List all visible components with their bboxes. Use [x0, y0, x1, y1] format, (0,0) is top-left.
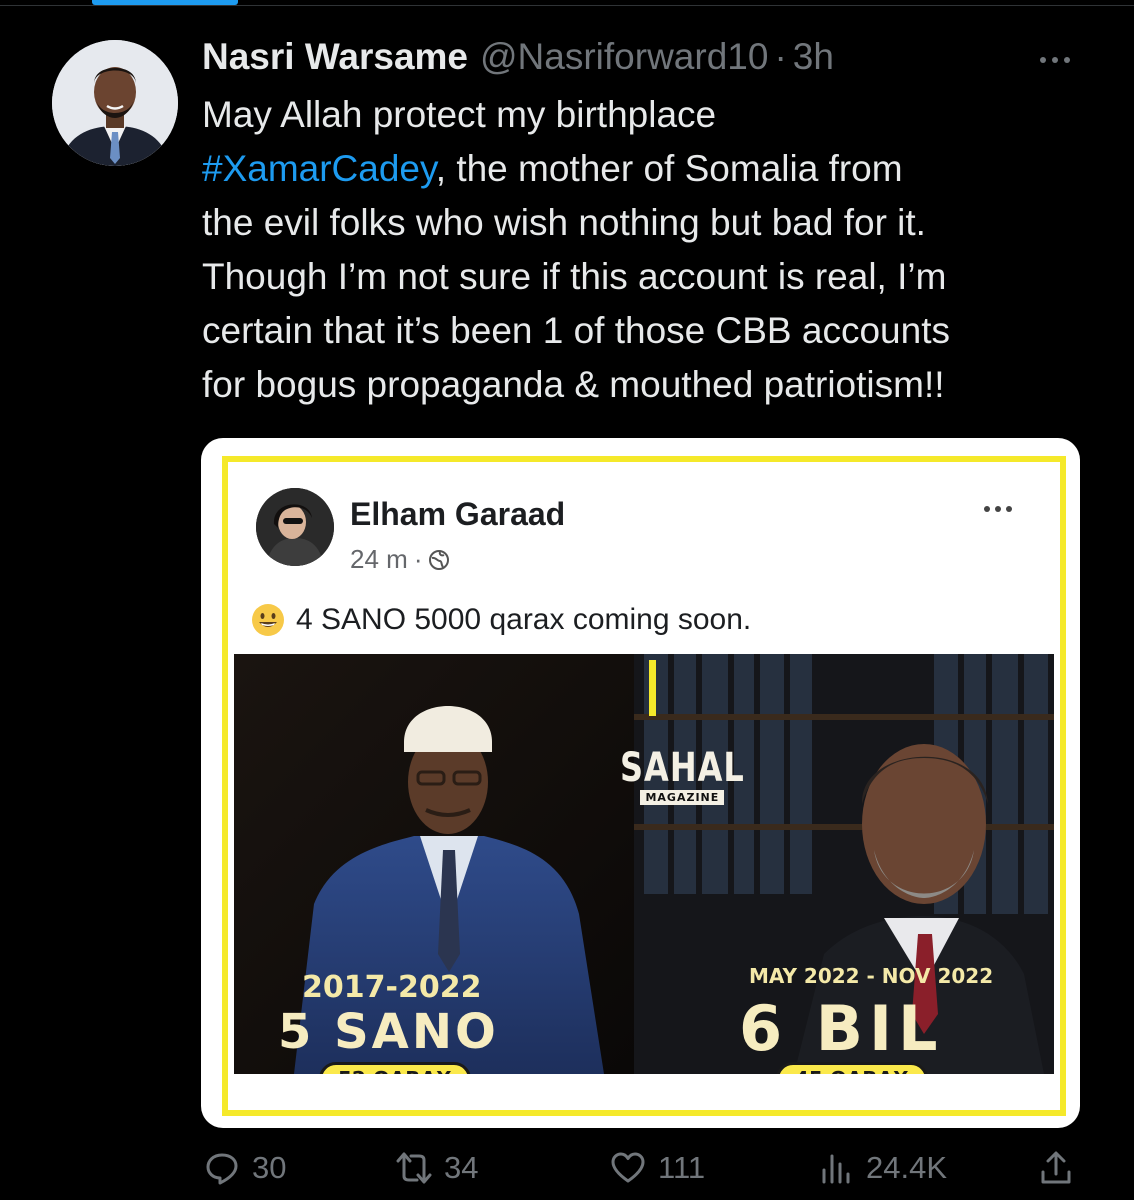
reply-icon — [206, 1153, 238, 1185]
embedded-more-icon — [984, 506, 1012, 512]
retweet-count: 34 — [444, 1150, 479, 1185]
author-avatar-image — [52, 40, 178, 166]
embedded-post-time: 24 m — [350, 544, 408, 574]
tweet-text: May Allah protect my birthplace #XamarCa… — [202, 88, 1102, 412]
embedded-post-text: 4 SANO 5000 qarax coming soon. — [250, 602, 751, 638]
embedded-author-name: Elham Garaad — [350, 496, 566, 532]
tweet-text-line: for bogus propaganda & mouthed patriotis… — [202, 358, 1102, 412]
retweet-icon — [396, 1152, 432, 1184]
globe-icon — [429, 549, 450, 570]
poster-accent-bar — [649, 660, 656, 716]
poster-left-years: 2017-2022 — [302, 970, 482, 1005]
screenshot-frame: Elham Garaad 24 m · 4 SANO 5000 qarax co… — [222, 456, 1066, 1116]
views-chart-icon — [822, 1154, 850, 1184]
embedded-poster-image: SAHAL MAGAZINE 2017-2022 5 SANO 52 QARAX… — [234, 654, 1054, 1074]
tweet-text-segment: for bogus propaganda & mouthed patriotis… — [202, 364, 945, 405]
like-button[interactable]: 111 — [610, 1150, 705, 1186]
tweet-text-line: #XamarCadey, the mother of Somalia from — [202, 142, 1102, 196]
tweet-text-segment: May Allah protect my birthplace — [202, 94, 717, 135]
sahal-magazine-logo: SAHAL MAGAZINE — [620, 746, 745, 805]
hashtag-link[interactable]: #XamarCadey — [202, 148, 436, 189]
tweet-text-line: Though I’m not sure if this account is r… — [202, 250, 1102, 304]
author-handle[interactable]: @Nasriforward10 — [480, 36, 768, 78]
logo-title: SAHAL — [620, 743, 745, 791]
reply-count: 30 — [252, 1150, 287, 1185]
poster-right-duration: 6 BIL — [739, 992, 944, 1065]
tweet-text-segment: certain that it’s been 1 of those CBB ac… — [202, 310, 950, 351]
tweet-action-bar: 30 34 111 24.4K — [200, 1150, 1080, 1194]
logo-subtitle: MAGAZINE — [640, 790, 725, 805]
timestamp[interactable]: 3h — [793, 36, 834, 78]
author-avatar[interactable] — [52, 40, 178, 166]
poster-right-badge: 45 QARAX — [776, 1062, 928, 1074]
poster-right-dates: MAY 2022 - NOV 2022 — [749, 964, 994, 988]
tweet-media-image[interactable]: Elham Garaad 24 m · 4 SANO 5000 qarax co… — [201, 438, 1080, 1128]
tweet-text-segment: Though I’m not sure if this account is r… — [202, 256, 947, 297]
tweet-text-segment: the evil folks who wish nothing but bad … — [202, 202, 926, 243]
share-icon — [1041, 1151, 1071, 1184]
tweet-header: Nasri Warsame @Nasriforward10 · 3h — [202, 36, 834, 82]
tweet-text-segment: , the mother of Somalia from — [435, 148, 903, 189]
top-divider — [0, 5, 1134, 6]
separator-dot: · — [774, 36, 787, 77]
tweet-text-line: certain that it’s been 1 of those CBB ac… — [202, 304, 1102, 358]
poster-left-badge: 52 QARAX — [319, 1062, 471, 1074]
reply-button[interactable]: 30 — [204, 1150, 286, 1186]
share-button[interactable] — [1038, 1150, 1074, 1186]
embedded-post-meta: 24 m · — [350, 544, 450, 575]
more-options-button[interactable] — [1030, 50, 1080, 70]
poster-left-duration: 5 SANO — [278, 1004, 499, 1060]
tweet-text-line: May Allah protect my birthplace — [202, 88, 1102, 142]
author-name[interactable]: Nasri Warsame — [202, 36, 468, 78]
embedded-post-text-content: 4 SANO 5000 qarax coming soon. — [296, 603, 752, 636]
tweet-text-line: the evil folks who wish nothing but bad … — [202, 196, 1102, 250]
views-button[interactable]: 24.4K — [818, 1150, 947, 1186]
separator-dot: · — [413, 544, 423, 574]
more-horizontal-icon — [1052, 57, 1058, 63]
retweet-button[interactable]: 34 — [396, 1150, 478, 1186]
more-horizontal-icon — [1040, 57, 1046, 63]
embedded-author-avatar — [256, 488, 334, 566]
smiley-emoji-icon — [252, 604, 284, 636]
heart-icon — [611, 1152, 645, 1183]
views-count: 24.4K — [866, 1150, 948, 1185]
like-count: 111 — [658, 1150, 706, 1185]
more-horizontal-icon — [1064, 57, 1070, 63]
